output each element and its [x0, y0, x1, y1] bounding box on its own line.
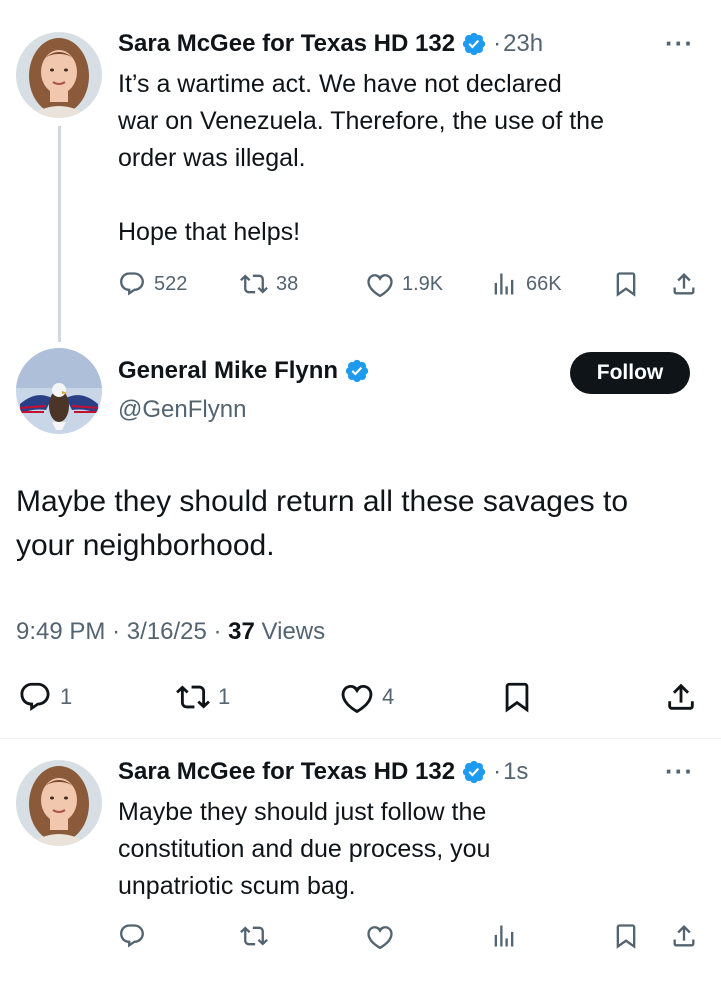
- reply-count: 1: [60, 684, 73, 709]
- repost-icon: [240, 274, 268, 294]
- verified-badge-icon: [461, 759, 487, 785]
- bookmark-button[interactable]: [612, 270, 640, 298]
- author-name[interactable]: Sara McGee for Texas HD 132: [118, 758, 455, 786]
- post-time[interactable]: 9:49 PM: [16, 618, 105, 645]
- avatar-sara-mcgee[interactable]: [16, 32, 102, 118]
- repost-count: 1: [218, 684, 231, 709]
- repost-count: 38: [276, 272, 299, 295]
- text-line: Hope that helps!: [118, 218, 301, 246]
- timestamp[interactable]: 1s: [503, 758, 528, 786]
- like-button[interactable]: 4: [340, 680, 394, 714]
- bookmark-icon: [616, 924, 636, 949]
- bookmark-icon: [616, 272, 636, 297]
- reply-button[interactable]: 522: [118, 270, 187, 298]
- bookmark-button[interactable]: [612, 922, 640, 950]
- tweet1-header: Sara McGee for Texas HD 132 · 23h: [118, 30, 543, 58]
- tweet1-text: It’s a wartime act. We have not declared…: [118, 66, 708, 251]
- text-line: Maybe they should return all these savag…: [16, 485, 629, 518]
- verified-badge-icon: [461, 31, 487, 57]
- timestamp[interactable]: 23h: [503, 30, 543, 58]
- verified-badge-icon: [344, 358, 370, 384]
- repost-button[interactable]: 1: [176, 680, 230, 714]
- views-button[interactable]: 66K: [490, 270, 562, 298]
- share-icon: [668, 683, 694, 710]
- author-name[interactable]: Sara McGee for Texas HD 132: [118, 30, 455, 58]
- avatar-sara-mcgee[interactable]: [16, 760, 102, 846]
- reply-button[interactable]: [118, 922, 146, 950]
- like-count: 1.9K: [402, 272, 444, 295]
- reply-button[interactable]: 1: [18, 680, 72, 714]
- main-tweet-header: General Mike Flynn: [118, 357, 370, 385]
- bookmark-icon: [505, 682, 529, 713]
- more-horizontal-icon[interactable]: ···: [665, 756, 694, 787]
- heart-icon: [341, 684, 373, 713]
- thread-connector-line: [58, 126, 61, 342]
- text-line: Maybe they should just follow the: [118, 798, 487, 826]
- share-button[interactable]: [664, 680, 698, 714]
- repost-button[interactable]: 38: [240, 270, 298, 298]
- avatar-gen-flynn[interactable]: [16, 348, 102, 434]
- timestamp-separator: ·: [493, 758, 502, 785]
- follow-button[interactable]: Follow: [570, 352, 690, 394]
- analytics-icon: [494, 273, 514, 295]
- text-line: your neighborhood.: [16, 529, 275, 562]
- views-button[interactable]: [490, 922, 518, 950]
- bookmark-button[interactable]: [500, 680, 534, 714]
- text-line: It’s a wartime act. We have not declared: [118, 70, 562, 98]
- divider: [0, 738, 721, 739]
- reply-tweet-header: Sara McGee for Texas HD 132 · 1s: [118, 758, 528, 786]
- text-line: constitution and due process, you: [118, 835, 491, 863]
- reply-tweet-text: Maybe they should just follow the consti…: [118, 794, 708, 905]
- heart-icon: [367, 274, 393, 298]
- repost-icon: [176, 685, 210, 709]
- text-line: unpatriotic scum bag.: [118, 872, 356, 900]
- share-button[interactable]: [670, 270, 698, 298]
- text-line: war on Venezuela. Therefore, the use of …: [118, 107, 604, 135]
- repost-button[interactable]: [240, 922, 268, 950]
- share-icon: [673, 925, 695, 947]
- post-date[interactable]: 3/16/25: [127, 618, 207, 645]
- share-icon: [673, 273, 695, 295]
- author-name[interactable]: General Mike Flynn: [118, 357, 338, 385]
- tweet-meta: 9:49 PM · 3/16/25 · 37 Views: [16, 618, 325, 646]
- meta-separator: ·: [112, 618, 127, 645]
- views-count: 66K: [526, 272, 562, 295]
- like-count: 4: [382, 684, 395, 709]
- main-tweet-text: Maybe they should return all these savag…: [16, 480, 706, 568]
- analytics-icon: [494, 925, 514, 947]
- author-handle[interactable]: @GenFlynn: [118, 396, 246, 424]
- timestamp-separator: ·: [493, 30, 502, 57]
- share-button[interactable]: [670, 922, 698, 950]
- repost-icon: [240, 926, 268, 946]
- like-button[interactable]: [366, 922, 394, 950]
- text-line: [118, 177, 708, 214]
- reply-icon: [20, 682, 50, 711]
- heart-icon: [367, 926, 393, 950]
- reply-icon: [120, 272, 144, 296]
- views-label: Views: [261, 618, 326, 645]
- reply-icon: [120, 924, 144, 948]
- like-button[interactable]: 1.9K: [366, 270, 443, 298]
- more-horizontal-icon[interactable]: ···: [665, 28, 694, 59]
- text-line: order was illegal.: [118, 144, 306, 172]
- views-count: 37: [228, 618, 255, 645]
- meta-separator: ·: [213, 618, 229, 645]
- reply-count: 522: [154, 272, 188, 295]
